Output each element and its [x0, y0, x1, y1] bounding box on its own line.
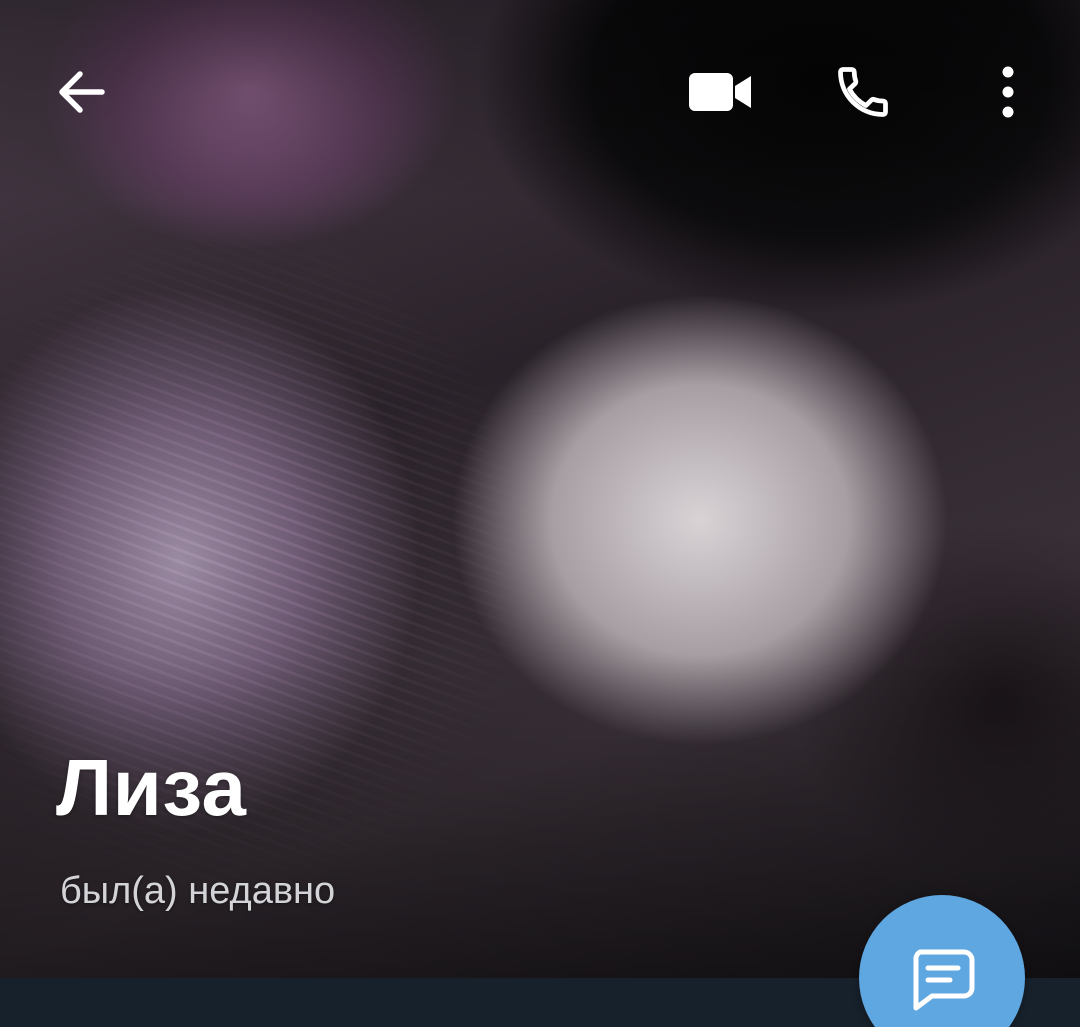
arrow-left-icon [59, 71, 105, 113]
profile-name: Лиза [56, 743, 247, 832]
more-options-button[interactable] [960, 44, 1056, 140]
phone-icon [838, 67, 888, 117]
photo-top-gradient [0, 0, 1080, 200]
video-camera-icon [689, 73, 751, 111]
last-seen-status: был(а) недавно [60, 870, 336, 912]
more-vertical-icon [1002, 66, 1014, 118]
profile-screen: Лиза был(а) недавно [0, 0, 1080, 1027]
chat-bubble-icon [913, 949, 975, 1011]
voice-call-button[interactable] [815, 44, 911, 140]
video-call-button[interactable] [673, 44, 769, 140]
back-button[interactable] [34, 44, 130, 140]
